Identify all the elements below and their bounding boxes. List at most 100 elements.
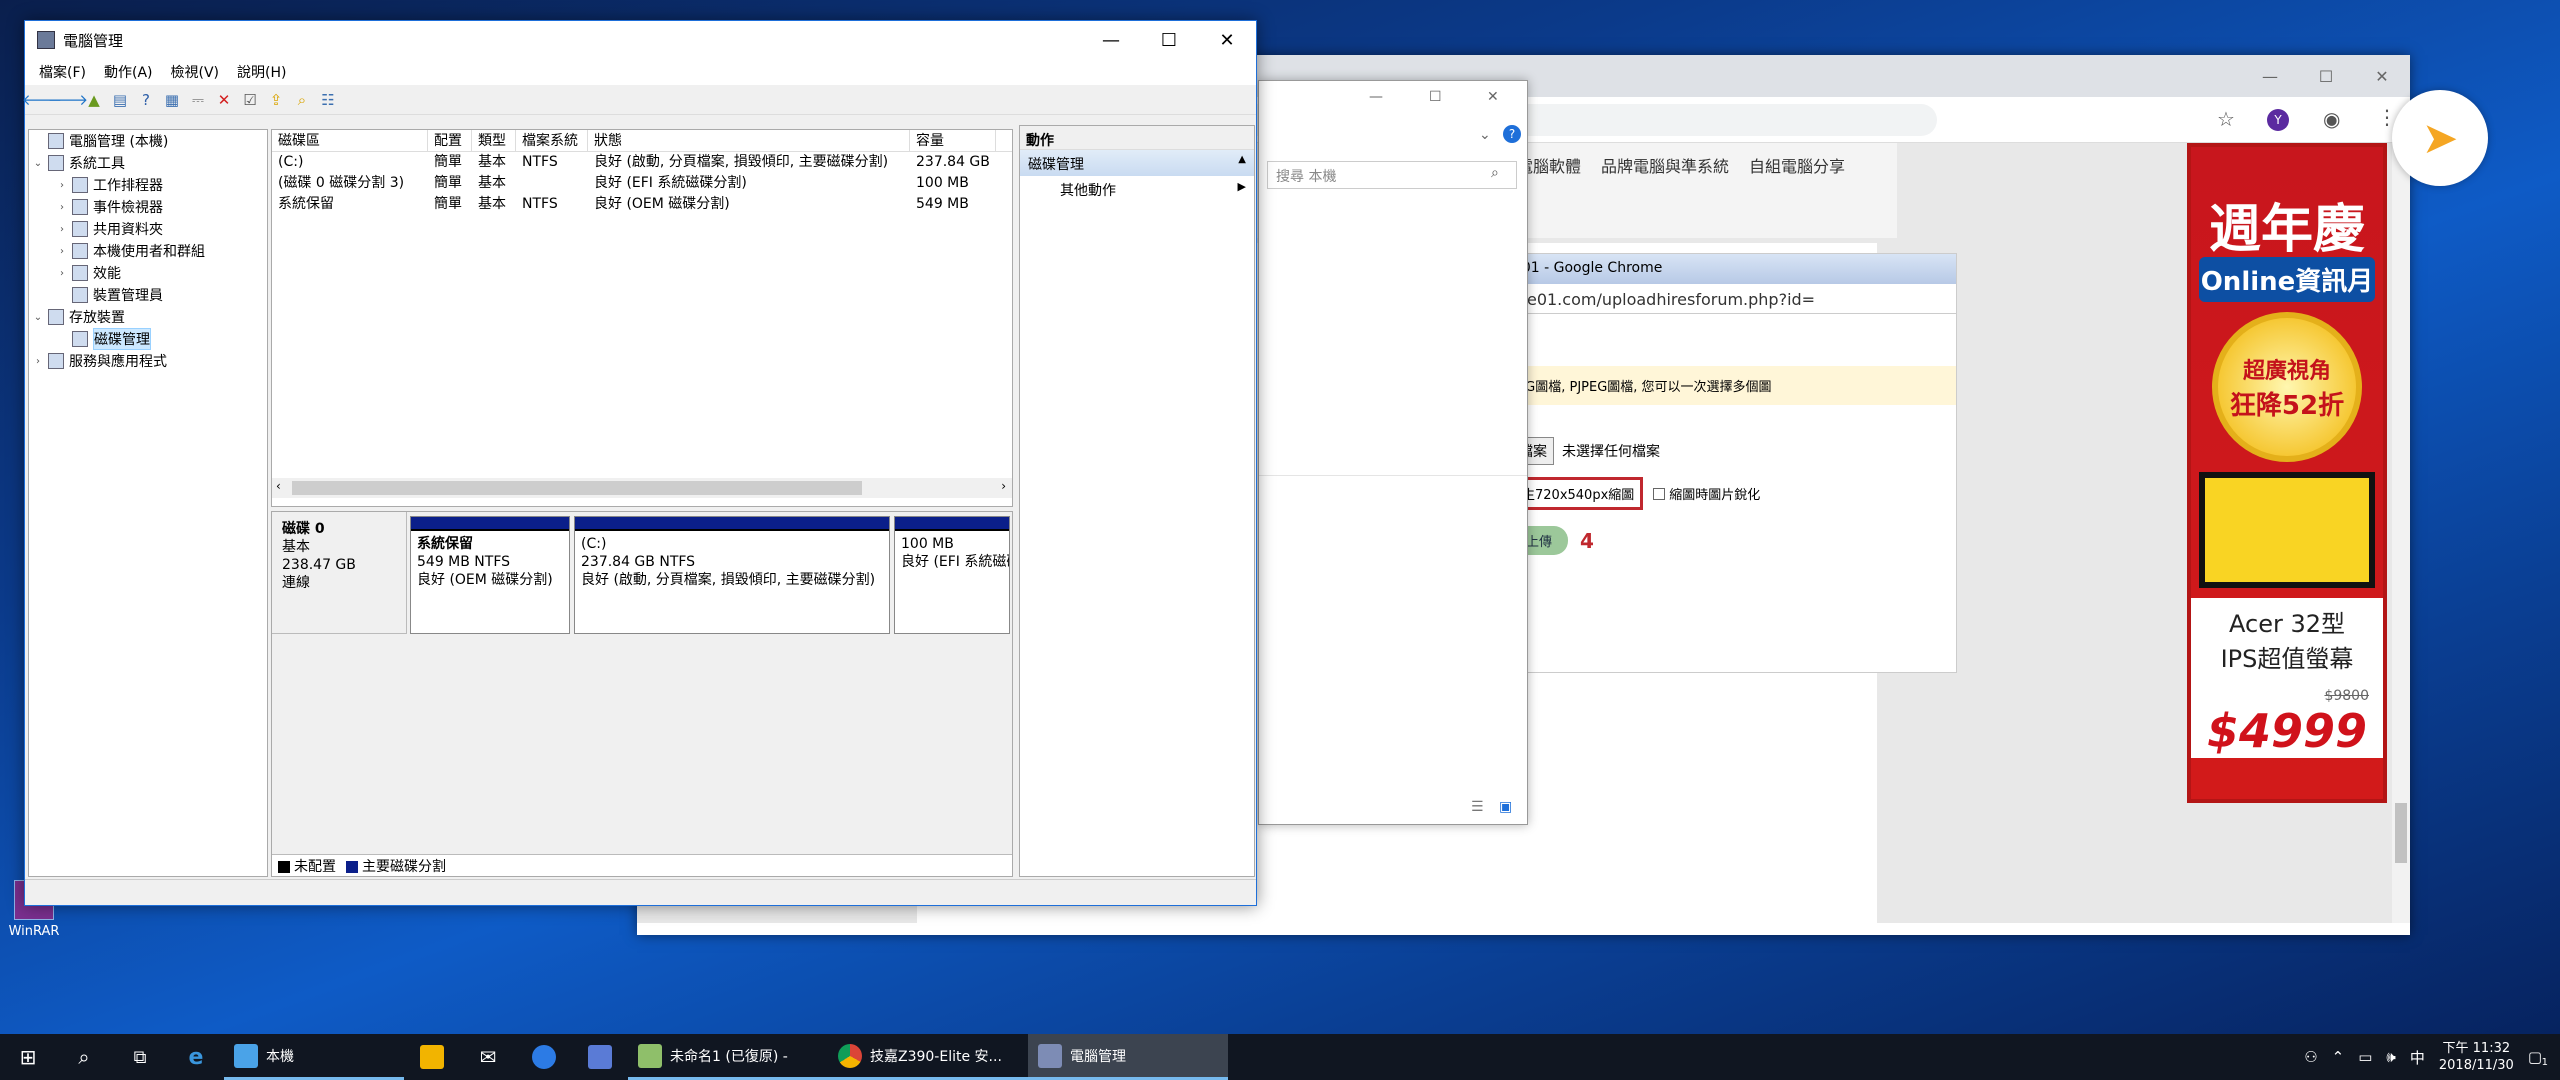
network-icon[interactable]: ▭: [2358, 1048, 2372, 1066]
large-icons-view-icon[interactable]: ▣: [1499, 799, 1512, 815]
show-hidden-icons-icon[interactable]: ⌃: [2332, 1048, 2345, 1066]
tree-node[interactable]: › 本機使用者和群組: [29, 240, 267, 262]
table-row[interactable]: (磁碟 0 磁碟分割 3) 簡單 基本 良好 (EFI 系統磁碟分割) 100 …: [272, 173, 1012, 194]
tree-twisty[interactable]: ›: [55, 202, 69, 213]
check-icon[interactable]: ☑: [241, 91, 259, 109]
taskbar-item-computer-management[interactable]: 電腦管理: [1028, 1034, 1228, 1080]
explorer-titlebar[interactable]: — ☐ ✕ ⌄ ?: [1259, 81, 1527, 161]
scrollbar-thumb[interactable]: [292, 481, 862, 495]
app-icon[interactable]: [572, 1034, 628, 1080]
tree-node[interactable]: 電腦管理 (本機): [29, 130, 267, 152]
tree-node[interactable]: › 效能: [29, 262, 267, 284]
tree-node[interactable]: › 服務與應用程式: [29, 350, 267, 372]
tree-twisty[interactable]: ⌄: [31, 312, 45, 323]
partition-block[interactable]: (C:) 237.84 GB NTFS 良好 (啟動, 分頁檔案, 損毀傾印, …: [574, 516, 890, 634]
tree-node[interactable]: › 共用資料夾: [29, 218, 267, 240]
floating-assistant-icon[interactable]: ➤: [2392, 90, 2488, 186]
horizontal-scrollbar[interactable]: ‹ ›: [272, 478, 1012, 498]
nav-link[interactable]: 自組電腦分享: [1749, 153, 1845, 177]
column-header[interactable]: 配置: [428, 130, 472, 151]
taskbar-item-this-pc[interactable]: 本機: [224, 1034, 404, 1080]
start-button[interactable]: ⊞: [0, 1034, 56, 1080]
taskbar-item-chrome[interactable]: 技嘉Z390-Elite 安...: [828, 1034, 1028, 1080]
extension-icon[interactable]: Y: [2267, 109, 2289, 131]
details-view-icon[interactable]: ☰: [1471, 799, 1484, 815]
mail-icon[interactable]: ✉: [460, 1034, 516, 1080]
cm-titlebar[interactable]: 電腦管理 — ☐ ✕: [25, 21, 1256, 59]
nav-link[interactable]: 品牌電腦與準系統: [1601, 153, 1729, 177]
scrollbar-thumb[interactable]: [2395, 803, 2407, 863]
tree-twisty[interactable]: ›: [55, 180, 69, 191]
search-folder-icon[interactable]: ⌕: [293, 91, 311, 109]
menu-file[interactable]: 檔案(F): [39, 62, 86, 82]
tree-node[interactable]: › 工作排程器: [29, 174, 267, 196]
help-icon[interactable]: ?: [137, 91, 155, 109]
tree-node[interactable]: 磁碟管理: [29, 328, 267, 350]
maximize-button[interactable]: ☐: [2298, 55, 2354, 97]
maximize-button[interactable]: ☐: [1429, 89, 1442, 105]
search-input[interactable]: 搜尋 本機: [1267, 161, 1517, 189]
edge-icon[interactable]: e: [168, 1034, 224, 1080]
column-header[interactable]: 容量: [910, 130, 996, 151]
page-scrollbar[interactable]: [2392, 143, 2410, 923]
menu-view[interactable]: 檢視(V): [171, 62, 220, 82]
column-header[interactable]: 檔案系統: [516, 130, 588, 151]
help-icon[interactable]: ?: [1503, 125, 1521, 143]
menu-help[interactable]: 說明(H): [237, 62, 286, 82]
bookmark-star-icon[interactable]: ☆: [2217, 107, 2235, 131]
collapse-icon[interactable]: ▲: [1238, 154, 1246, 172]
import-icon[interactable]: ⇪: [267, 91, 285, 109]
scroll-right-icon[interactable]: ›: [1001, 479, 1006, 493]
table-row[interactable]: (C:) 簡單 基本 NTFS 良好 (啟動, 分頁檔案, 損毀傾印, 主要磁碟…: [272, 152, 1012, 173]
minimize-button[interactable]: —: [1369, 89, 1383, 105]
volume-icon[interactable]: 🕪: [2386, 1048, 2395, 1066]
advertisement-banner[interactable]: 週年慶 Online資訊月 超廣視角 狂降52折 Acer 32型 IPS超值螢…: [2187, 143, 2387, 803]
column-header[interactable]: 類型: [472, 130, 516, 151]
notification-center-icon[interactable]: ▢ 1: [2528, 1048, 2548, 1068]
app-icon[interactable]: [516, 1034, 572, 1080]
close-button[interactable]: ✕: [2354, 55, 2410, 97]
tree-node[interactable]: ⌄ 存放裝置: [29, 306, 267, 328]
tree-node[interactable]: 裝置管理員: [29, 284, 267, 306]
delete-icon[interactable]: ✕: [215, 91, 233, 109]
minimize-button[interactable]: —: [1082, 21, 1140, 59]
tree-twisty[interactable]: ›: [55, 268, 69, 279]
actions-item[interactable]: 其他動作 ▶: [1020, 176, 1254, 202]
tree-twisty[interactable]: ›: [55, 224, 69, 235]
table-row[interactable]: 系統保留 簡單 基本 NTFS 良好 (OEM 磁碟分割) 549 MB: [272, 194, 1012, 215]
up-folder-icon[interactable]: ▲: [85, 91, 103, 109]
tree-twisty[interactable]: ›: [31, 356, 45, 367]
search-icon[interactable]: ⌕: [56, 1034, 112, 1080]
tree-twisty[interactable]: ⌄: [31, 158, 45, 169]
taskbar-item-paint[interactable]: 未命名1 (已復原) -: [628, 1034, 828, 1080]
tree-node[interactable]: › 事件檢視器: [29, 196, 267, 218]
maximize-button[interactable]: ☐: [1140, 21, 1198, 59]
column-header[interactable]: 狀態: [588, 130, 910, 151]
people-icon[interactable]: ⚇: [2304, 1048, 2317, 1066]
column-header[interactable]: 磁碟區: [272, 130, 428, 151]
disk-label[interactable]: 磁碟 0 基本 238.47 GB 連線: [272, 512, 407, 634]
connect-icon[interactable]: ⎓: [189, 91, 207, 109]
store-icon[interactable]: [404, 1034, 460, 1080]
search-icon[interactable]: ⌕: [1491, 165, 1499, 181]
tree-node[interactable]: ⌄ 系統工具: [29, 152, 267, 174]
tree-twisty[interactable]: ›: [55, 246, 69, 257]
computer-management-window[interactable]: 電腦管理 — ☐ ✕ 檔案(F) 動作(A) 檢視(V) 說明(H) 🡐 🡒 ▲…: [22, 20, 1257, 906]
close-button[interactable]: ✕: [1487, 89, 1499, 105]
minimize-button[interactable]: —: [2242, 55, 2298, 97]
list-view-icon[interactable]: ☷: [319, 91, 337, 109]
forward-icon[interactable]: 🡒: [48, 91, 88, 109]
expand-ribbon-icon[interactable]: ⌄: [1479, 127, 1491, 143]
ime-indicator[interactable]: 中: [2410, 1047, 2425, 1068]
clock[interactable]: 下午 11:32 2018/11/30: [2439, 1040, 2514, 1074]
explorer-window[interactable]: — ☐ ✕ ⌄ ? 搜尋 本機 ⌕ ☰ ▣: [1258, 80, 1528, 825]
task-view-icon[interactable]: ⧉: [112, 1034, 168, 1080]
partition-block[interactable]: 100 MB 良好 (EFI 系統磁碟分割): [894, 516, 1010, 634]
account-icon[interactable]: ◉: [2323, 107, 2340, 131]
actions-section[interactable]: 磁碟管理 ▲: [1020, 150, 1254, 176]
scroll-left-icon[interactable]: ‹: [276, 479, 281, 493]
properties-pane-icon[interactable]: ▦: [163, 91, 181, 109]
partition-block[interactable]: 系統保留 549 MB NTFS 良好 (OEM 磁碟分割): [410, 516, 570, 634]
checkbox-icon[interactable]: [1653, 487, 1666, 500]
show-hide-tree-icon[interactable]: ▤: [111, 91, 129, 109]
